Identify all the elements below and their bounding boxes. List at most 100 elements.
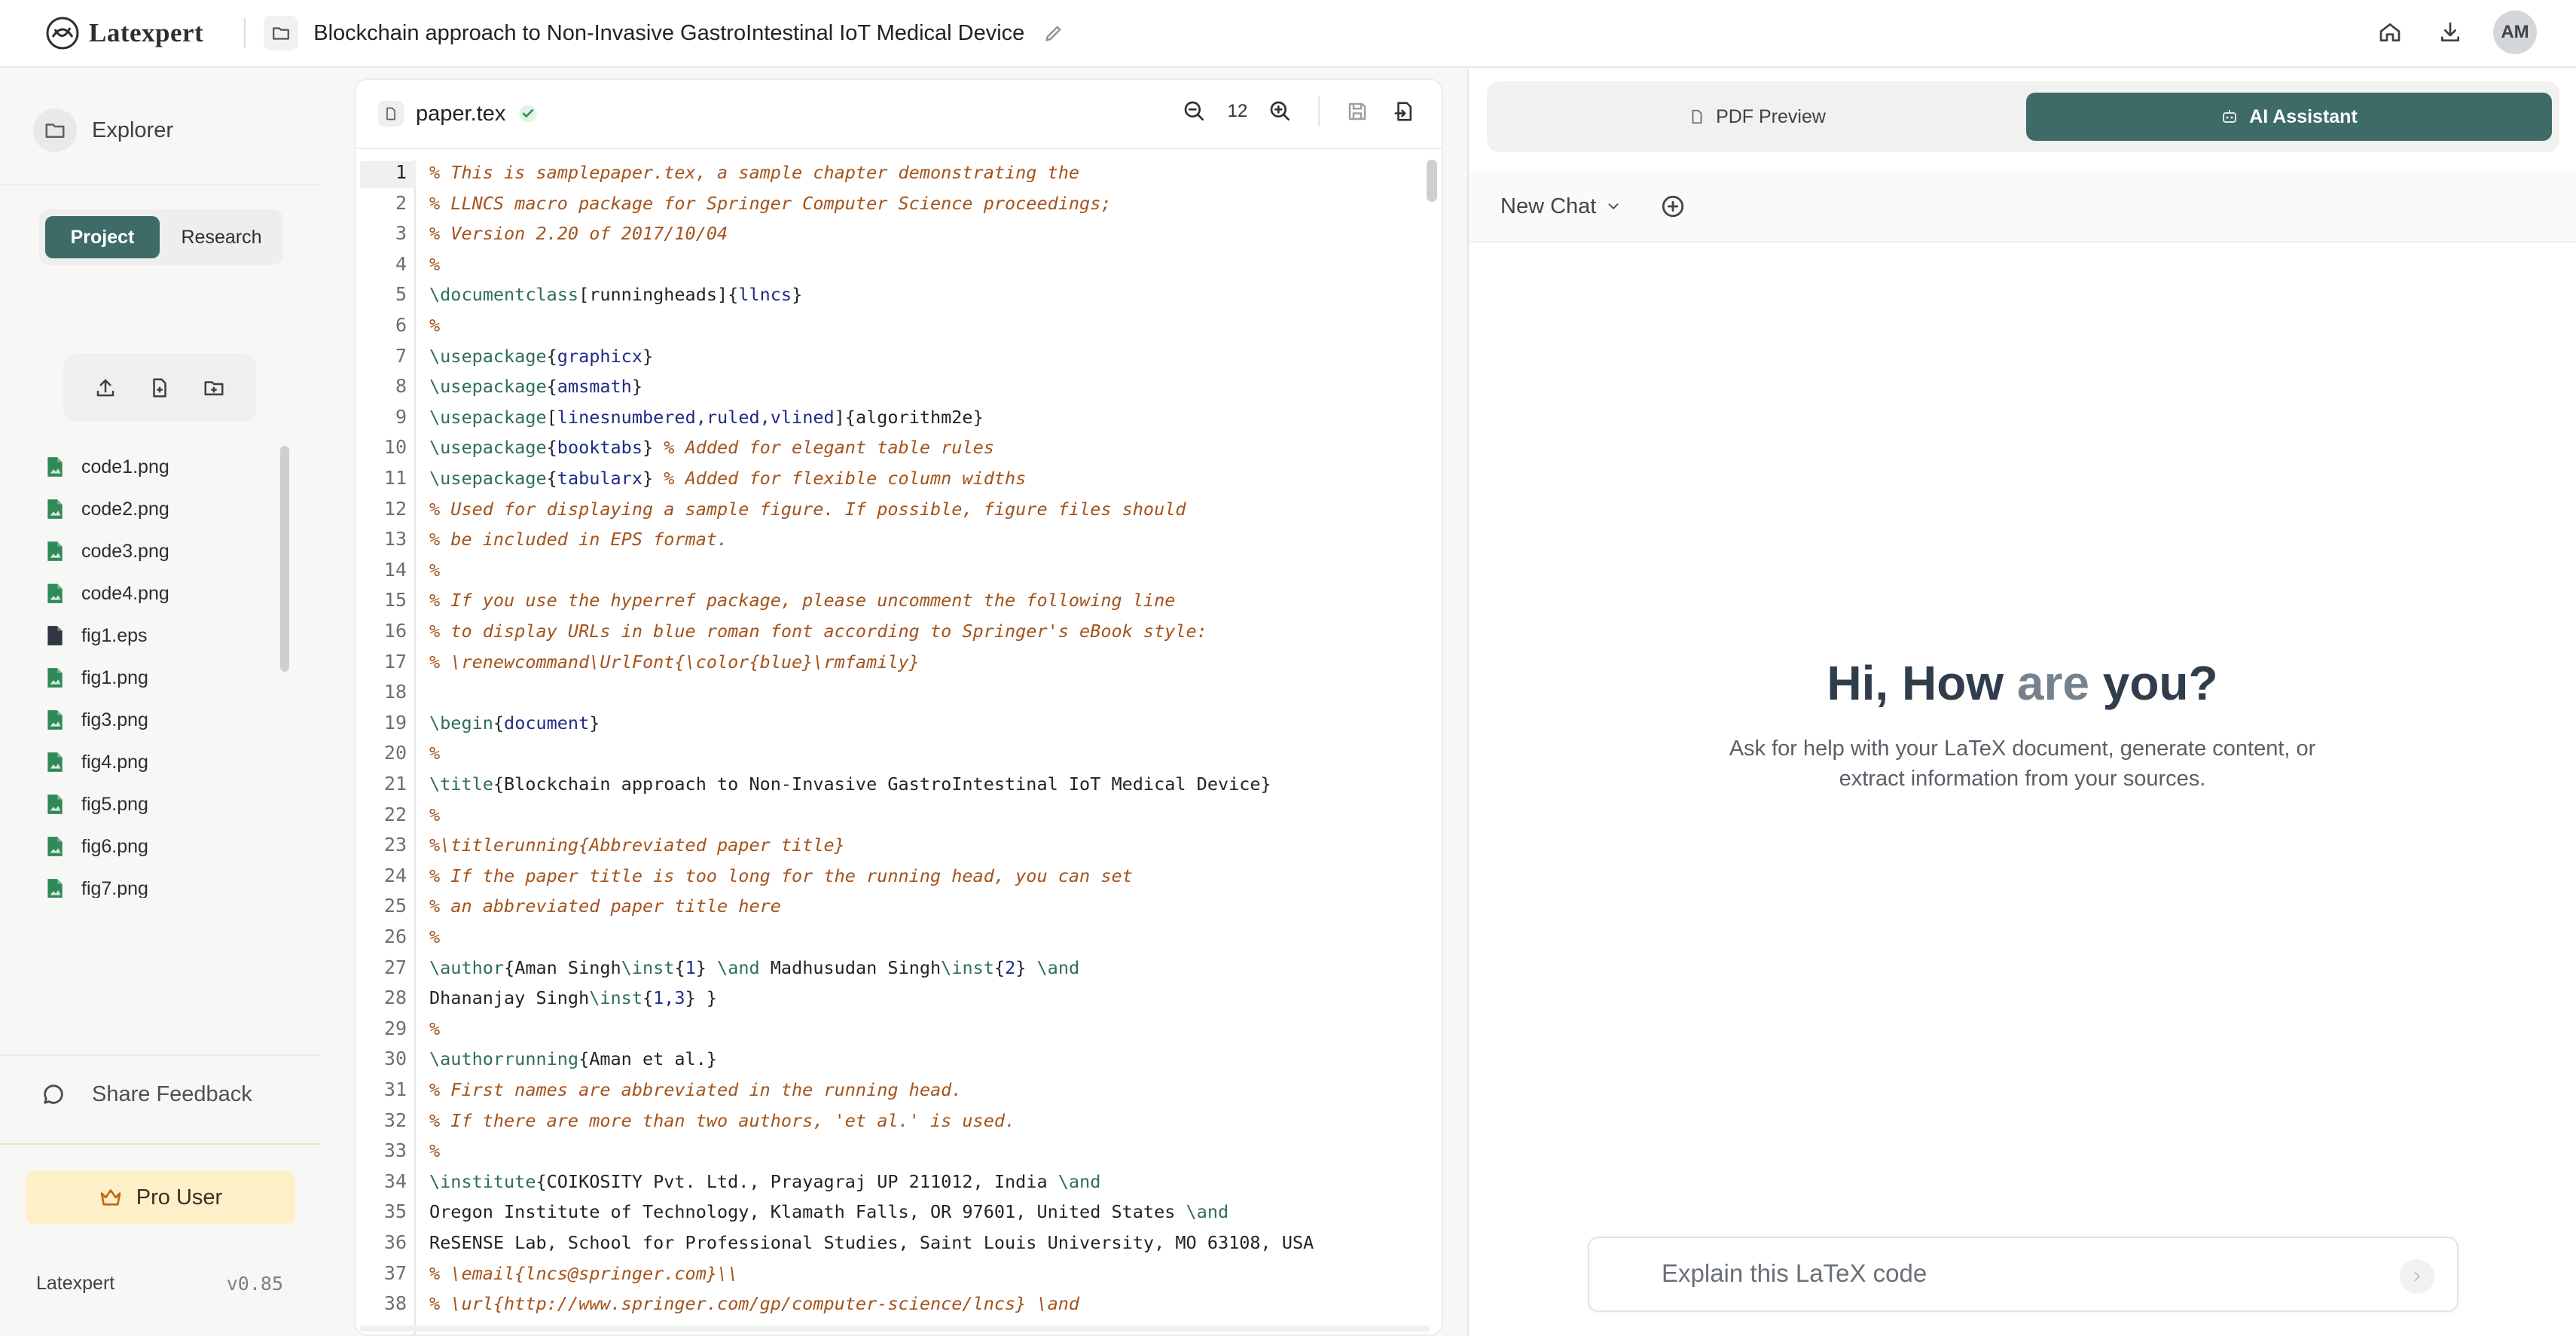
image-file-icon [45,666,65,689]
code-line[interactable]: % an abbreviated paper title here [429,895,781,917]
code-line[interactable]: % be included in EPS format. [429,529,728,550]
explorer-header[interactable]: Explorer [33,108,173,152]
code-editor[interactable]: 1 2 3 4 5 6 7 8 9 10 11 12 13 14 15 16 17 18 19 20 21 22 23 24 2… [360,160,1418,1334]
file-list-item[interactable]: fig1.png [45,657,286,699]
code-line[interactable]: \usepackage{graphicx} [429,346,653,367]
code-line[interactable]: % This is samplepaper.tex, a sample chap… [429,162,1079,183]
folder-icon[interactable] [264,16,299,50]
code-token: % [429,804,441,825]
code-line[interactable]: \documentclass[runningheads]{llncs} [429,284,802,305]
tab-project[interactable]: Project [45,216,160,258]
code-line[interactable]: % [429,804,440,825]
brand[interactable]: Latexpert [44,14,203,52]
line-number: 29 [383,1017,407,1039]
file-name: code4.png [81,582,169,604]
code-token: % Used for displaying a sample figure. I… [429,498,1186,520]
image-file-icon [45,793,65,816]
tab-pdf-preview[interactable]: PDF Preview [1494,93,2020,141]
pencil-icon[interactable] [1041,20,1067,46]
chat-select-dropdown[interactable]: New Chat [1500,194,1622,219]
send-button[interactable] [2400,1259,2434,1294]
code-line[interactable]: \authorrunning{Aman et al.} [429,1048,717,1069]
code-line[interactable]: % If you use the hyperref package, pleas… [429,590,1175,611]
export-icon[interactable] [1389,96,1419,127]
code-token: { [674,956,685,978]
share-feedback-button[interactable]: Share Feedback [41,1081,252,1107]
code-token: tabularx [557,468,642,489]
code-token: {Aman Singh [504,956,621,978]
code-line[interactable]: % [429,315,440,336]
new-chat-plus-icon[interactable] [1658,191,1688,221]
save-icon[interactable] [1342,96,1372,127]
code-line[interactable]: % \renewcommand\UrlFont{\color{blue}\rmf… [429,651,920,673]
code-line[interactable]: \usepackage{amsmath} [429,376,642,397]
code-line[interactable]: % [429,743,440,764]
new-file-icon[interactable] [142,371,177,405]
file-list-item[interactable]: code3.png [45,530,286,572]
code-line[interactable]: % If the paper title is too long for the… [429,865,1133,886]
code-line[interactable]: % LLNCS macro package for Springer Compu… [429,193,1111,214]
code-line[interactable]: ReSENSE Lab, School for Professional Stu… [429,1232,1314,1253]
line-number: 9 [395,405,407,428]
tab-ai-assistant[interactable]: AI Assistant [2026,93,2552,141]
code-line[interactable]: % If there are more than two authors, 'e… [429,1110,1015,1131]
code-line[interactable]: % \email{lncs@springer.com}\\ [429,1263,738,1284]
code-line[interactable]: \usepackage{booktabs} % Added for elegan… [429,437,994,458]
code-token: { [993,956,1006,978]
file-list-item[interactable]: fig4.png [45,741,286,783]
code-line[interactable]: % Used for displaying a sample figure. I… [429,499,1186,520]
code-line[interactable]: % [429,560,440,581]
code-token: % If the paper title is too long for the… [429,865,1133,886]
file-list-item[interactable]: fig7.png [45,868,286,898]
code-line[interactable]: \author{Aman Singh\inst{1} \and Madhusud… [429,957,1079,978]
editor-file-name[interactable]: paper.tex [416,102,505,127]
line-number: 15 [383,589,407,612]
new-folder-icon[interactable] [197,371,231,405]
code-line[interactable]: \usepackage{tabularx} % Added for flexib… [429,468,1026,489]
code-token: \title [429,773,493,795]
home-icon[interactable] [2373,15,2407,50]
code-line[interactable]: \usepackage[linesnumbered,ruled,vlined]{… [429,407,984,428]
editor-scrollbar[interactable] [1427,160,1437,202]
code-line[interactable]: % [429,1018,440,1039]
line-number: 5 [395,283,407,306]
zoom-out-icon[interactable] [1180,96,1210,127]
zoom-in-icon[interactable] [1265,96,1296,127]
download-icon[interactable] [2433,15,2468,50]
code-line[interactable]: \title{Blockchain approach to Non-Invasi… [429,773,1271,795]
pro-user-button[interactable]: Pro User [26,1170,295,1225]
chat-header: New Chat [1469,172,2576,242]
avatar[interactable]: AM [2493,11,2537,54]
file-list-item[interactable]: fig6.png [45,825,286,868]
file-list-item[interactable]: code4.png [45,572,286,615]
code-line[interactable]: Oregon Institute of Technology, Klamath … [429,1201,1228,1222]
code-line[interactable]: % \url{http://www.springer.com/gp/comput… [429,1293,1079,1314]
file-name: fig3.png [81,709,148,731]
code-line[interactable]: % [429,926,440,947]
tab-research[interactable]: Research [166,216,277,258]
code-line[interactable]: % [429,254,440,275]
file-list-item[interactable]: fig3.png [45,699,286,741]
code-line[interactable]: \institute{COIKOSITY Pvt. Ltd., Prayagra… [429,1171,1100,1192]
code-line[interactable]: \begin{document} [429,712,600,734]
file-list-item[interactable]: fig1.eps [45,615,286,657]
code-line[interactable]: %\titlerunning{Abbreviated paper title} [429,834,845,856]
upload-icon[interactable] [88,371,123,405]
document-title[interactable]: Blockchain approach to Non-Invasive Gast… [313,21,1024,46]
code-line[interactable]: % Version 2.20 of 2017/10/04 [429,223,728,244]
file-list-item[interactable]: code1.png [45,446,286,488]
tab-ai-assistant-label: AI Assistant [2249,105,2358,127]
code-line[interactable]: % [429,1140,440,1161]
file-list-item[interactable]: fig5.png [45,783,286,825]
file-list-item[interactable]: code2.png [45,488,286,530]
code-token: \documentclass [429,284,579,306]
file-list-scrollbar[interactable] [280,446,289,672]
code-token: % [429,1140,441,1162]
editor-horizontal-scrollbar[interactable] [360,1325,1430,1331]
line-number: 13 [383,528,407,551]
code-line[interactable]: % to display URLs in blue roman font acc… [429,621,1207,642]
code-line[interactable]: Dhananjay Singh\inst{1,3} } [429,987,717,1008]
line-number: 16 [383,620,407,642]
code-line[interactable]: % First names are abbreviated in the run… [429,1079,962,1100]
chat-input[interactable] [1662,1259,2324,1288]
